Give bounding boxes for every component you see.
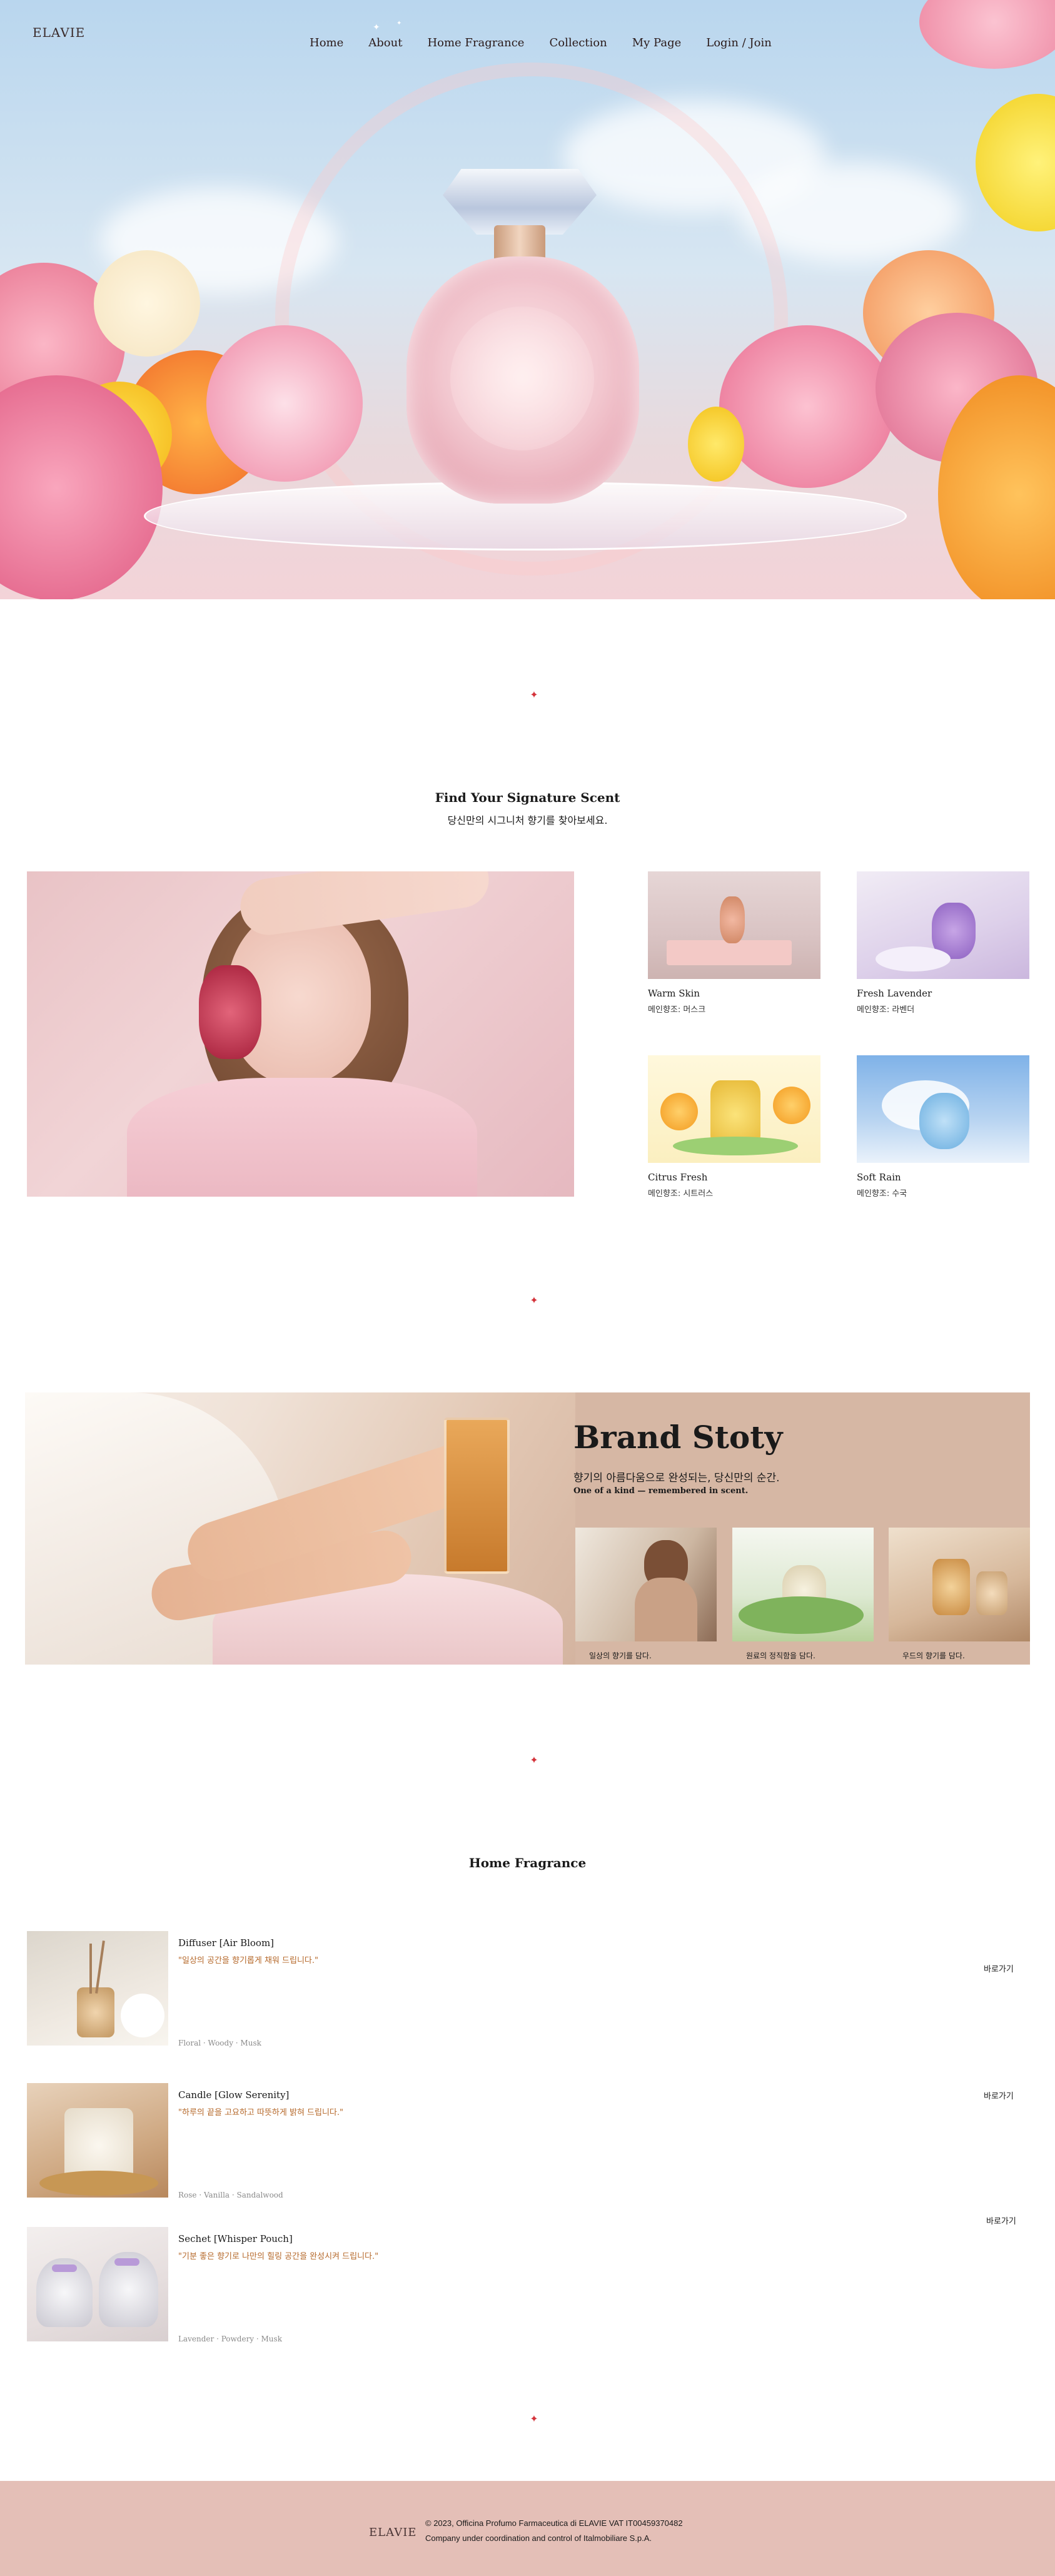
image-shape [673, 1137, 798, 1155]
red-sparkle-icon: ✦ [530, 1294, 538, 1306]
scent-name: Fresh Lavender [857, 988, 932, 999]
nav-my-page[interactable]: My Page [632, 36, 682, 49]
scent-card[interactable]: Citrus Fresh 메인향조: 시트러스 [648, 1055, 820, 1199]
red-sparkle-icon: ✦ [530, 1754, 538, 1766]
flower [919, 0, 1055, 69]
brand-photo [25, 1392, 575, 1665]
go-button[interactable]: 바로가기 [984, 2089, 1014, 2101]
image-shape [976, 1571, 1007, 1615]
nav-about[interactable]: About [368, 36, 402, 49]
brand-tile[interactable]: 일상의 향기를 담다. [575, 1528, 717, 1661]
footer-company: Company under coordination and control o… [425, 2533, 652, 2543]
brand-tile[interactable]: 우드의 향기를 담다. [889, 1528, 1030, 1661]
footer-copyright: © 2023, Officina Profumo Farmaceutica di… [425, 2518, 683, 2528]
flower [976, 94, 1055, 231]
scent-image [648, 871, 820, 979]
flower [94, 250, 200, 357]
product-name: Sechet [Whisper Pouch] [178, 2233, 293, 2244]
image-shape [667, 940, 792, 965]
brand-tile-image [889, 1528, 1030, 1641]
scent-note: 메인향조: 수국 [857, 1189, 907, 1199]
scent-image [648, 1055, 820, 1163]
site-logo[interactable]: ELAVIE [33, 25, 85, 40]
brand-tile-caption: 일상의 향기를 담다. [589, 1651, 652, 1660]
image-shape [121, 1994, 164, 2037]
scent-name: Soft Rain [857, 1172, 901, 1183]
product-image [27, 2227, 168, 2341]
nav-login-join[interactable]: Login / Join [706, 36, 772, 49]
brand-tile-image [575, 1528, 717, 1641]
scent-card[interactable]: Warm Skin 메인향조: 머스크 [648, 871, 820, 1015]
product-notes: Rose · Vanilla · Sandalwood [178, 2191, 283, 2199]
red-sparkle-icon: ✦ [530, 2413, 538, 2425]
flower [719, 325, 894, 488]
footer-logo[interactable]: ELAVIE [369, 2526, 416, 2539]
image-shape [739, 1596, 864, 1634]
hero-banner: ELAVIE ✦ ✦ Home About Home Fragrance Col… [0, 0, 1055, 599]
main-nav: Home About Home Fragrance Collection My … [310, 36, 797, 49]
scent-name: Warm Skin [648, 988, 700, 999]
scent-note: 메인향조: 라벤더 [857, 1005, 915, 1015]
nav-home-fragrance[interactable]: Home Fragrance [427, 36, 524, 49]
image-shape [39, 2171, 158, 2196]
brand-tile-caption: 원료의 정직함을 담다. [746, 1651, 815, 1660]
image-shape [876, 946, 951, 971]
nav-collection[interactable]: Collection [549, 36, 607, 49]
photo-perfume [444, 1417, 510, 1574]
product-image [27, 1931, 168, 2046]
image-shape [773, 1087, 810, 1124]
image-shape [720, 896, 745, 943]
sparkle-icon: ✦ [373, 23, 380, 33]
product-description: "일상의 공간을 향기롭게 채워 드립니다." [178, 1956, 318, 1965]
brand-tagline-en: One of a kind — remembered in scent. [573, 1486, 749, 1496]
photo-perfume [199, 965, 261, 1059]
go-button[interactable]: 바로가기 [984, 1962, 1014, 1974]
brand-tagline-ko: 향기의 아름다움으로 완성되는, 당신만의 순간. [573, 1472, 780, 1484]
scent-card[interactable]: Soft Rain 메인향조: 수국 [857, 1055, 1029, 1199]
scent-image [857, 1055, 1029, 1163]
scent-note: 메인향조: 시트러스 [648, 1189, 714, 1199]
image-shape [77, 1987, 114, 2037]
product-notes: Lavender · Powdery · Musk [178, 2335, 282, 2343]
scent-image [857, 871, 1029, 979]
flower [688, 407, 744, 482]
image-shape [932, 1559, 970, 1615]
image-shape [95, 1940, 105, 1994]
flower [206, 325, 363, 482]
image-shape [52, 2264, 77, 2272]
image-shape [660, 1093, 698, 1130]
perfume-bottle [406, 256, 639, 504]
photo-blouse [127, 1078, 477, 1197]
nav-home[interactable]: Home [310, 36, 343, 49]
brand-title: Brand Stoty [573, 1419, 783, 1456]
site-footer: ELAVIE © 2023, Officina Profumo Farmaceu… [0, 2481, 1055, 2576]
section-title: Find Your Signature Scent [435, 790, 620, 805]
product-description: "하루의 끝을 고요하고 따뜻하게 밝혀 드립니다." [178, 2108, 343, 2117]
product-description: "기분 좋은 향기로 나만의 힐링 공간을 완성시켜 드립니다." [178, 2252, 379, 2261]
brand-tile[interactable]: 원료의 정직함을 담다. [732, 1528, 874, 1661]
go-button[interactable]: 바로가기 [986, 2214, 1016, 2226]
model-photo [27, 871, 574, 1197]
image-shape [635, 1578, 697, 1641]
sparkle-icon: ✦ [396, 20, 402, 27]
product-name: Candle [Glow Serenity] [178, 2089, 290, 2101]
red-sparkle-icon: ✦ [530, 689, 538, 701]
image-shape [919, 1093, 969, 1149]
brand-tile-image [732, 1528, 874, 1641]
product-name: Diffuser [Air Bloom] [178, 1937, 275, 1949]
section-title: Home Fragrance [468, 1855, 587, 1870]
image-shape [89, 1944, 92, 1994]
scent-card[interactable]: Fresh Lavender 메인향조: 라벤더 [857, 871, 1029, 1015]
image-shape [114, 2258, 139, 2266]
brand-story: Brand Stoty 향기의 아름다움으로 완성되는, 당신만의 순간. On… [25, 1392, 1030, 1665]
product-notes: Floral · Woody · Musk [178, 2039, 261, 2047]
brand-tile-caption: 우드의 향기를 담다. [902, 1651, 965, 1660]
scent-note: 메인향조: 머스크 [648, 1005, 706, 1015]
scent-name: Citrus Fresh [648, 1172, 708, 1183]
product-image [27, 2083, 168, 2198]
section-subtitle: 당신만의 시그니처 향기를 찾아보세요. [447, 814, 608, 826]
